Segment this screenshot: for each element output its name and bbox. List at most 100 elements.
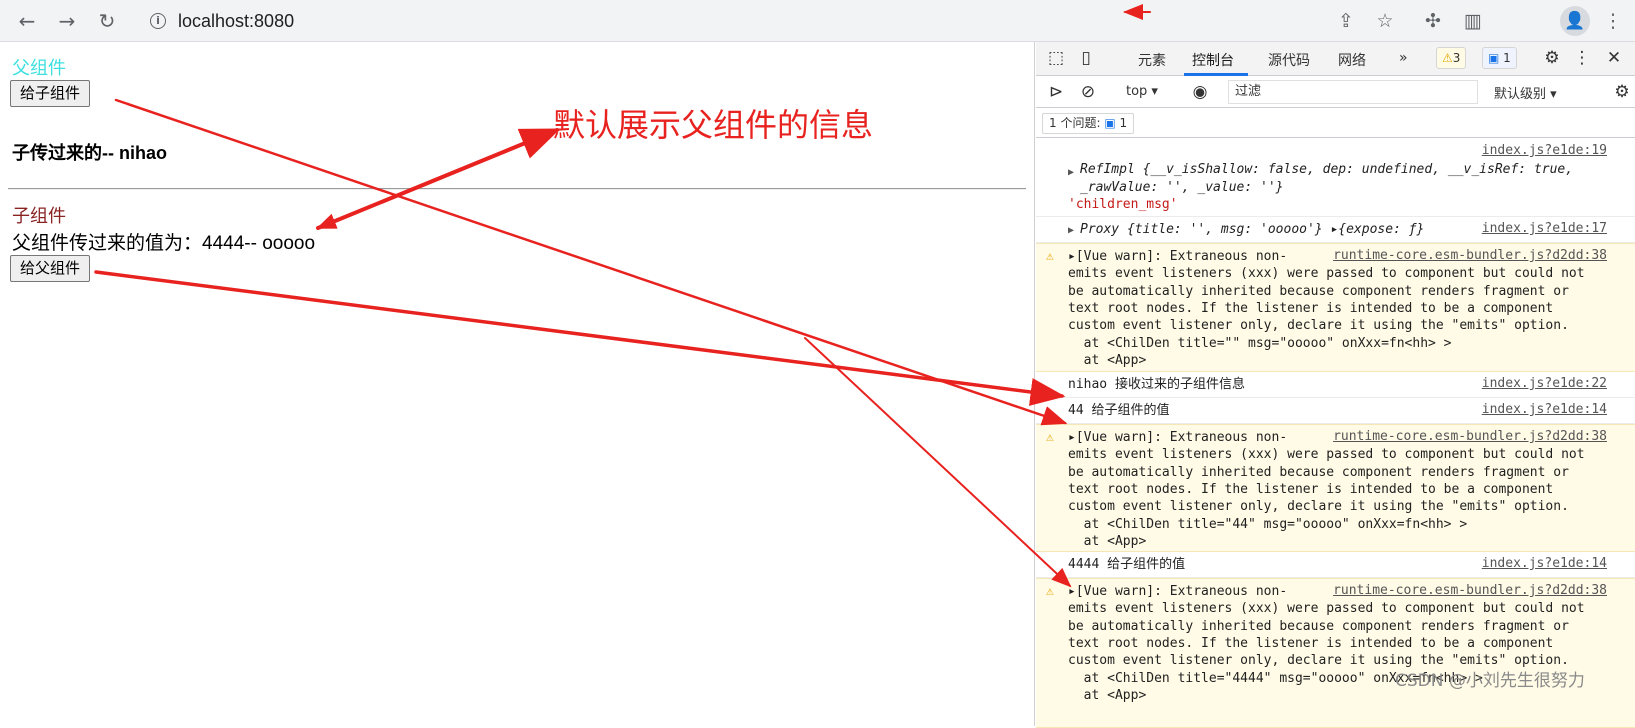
console-message[interactable]: ▶ Proxy {title: '', msg: 'ooooo'} ▸{expo… xyxy=(1036,217,1635,243)
menu-icon[interactable]: ⋮ xyxy=(1600,8,1626,34)
watermark: CSDN @小刘先生很努力 xyxy=(1395,671,1585,691)
message-line: custom event listener only, declare it u… xyxy=(1068,499,1569,514)
address-bar[interactable]: i localhost:8080 xyxy=(136,5,1446,37)
message-line: _rawValue: '', _value: ''} xyxy=(1080,180,1284,195)
log-level-select[interactable]: 默认级别 ▾ xyxy=(1494,83,1557,102)
console-warning[interactable]: ⚠ runtime-core.esm-bundler.js?d2dd:38 ▸[… xyxy=(1036,424,1635,552)
message-line: at <ChilDen title="" msg="ooooo" onXxx=f… xyxy=(1068,336,1452,351)
message-line: RefImpl {__v_isShallow: false, dep: unde… xyxy=(1080,162,1574,177)
devtools-panel: ⬚ ▯ 元素 控制台 源代码 网络 » ⚠3 ▣ 1 ⚙ ⋮ ✕ ⊳ ⊘ top… xyxy=(1036,42,1635,728)
message-line: at <App> xyxy=(1068,534,1147,549)
tab-elements[interactable]: 元素 xyxy=(1138,50,1166,70)
filter-input[interactable]: 过滤 xyxy=(1228,80,1478,104)
warning-icon: ⚠ xyxy=(1046,584,1054,599)
warning-icon: ⚠ xyxy=(1046,249,1054,264)
source-link[interactable]: index.js?e1de:22 xyxy=(1482,376,1607,391)
console-warning[interactable]: ⚠ runtime-core.esm-bundler.js?d2dd:38 ▸[… xyxy=(1036,578,1635,728)
message-line: ▸[Vue warn]: Extraneous non- xyxy=(1068,584,1288,599)
message-line: 44 给子组件的值 xyxy=(1068,403,1170,418)
message-line: Proxy {title: '', msg: 'ooooo'} ▸{expose… xyxy=(1080,222,1425,237)
message-line: be automatically inherited because compo… xyxy=(1068,619,1569,634)
info-count: 1 xyxy=(1503,51,1511,65)
source-link[interactable]: runtime-core.esm-bundler.js?d2dd:38 xyxy=(1333,583,1607,598)
message-line: emits event listeners (xxx) were passed … xyxy=(1068,601,1585,616)
annotation-text: 默认展示父组件的信息 xyxy=(553,107,874,143)
warning-count-badge[interactable]: ⚠3 xyxy=(1436,47,1467,69)
message-line: text root nodes. If the listener is inte… xyxy=(1068,482,1554,497)
source-link[interactable]: index.js?e1de:14 xyxy=(1482,402,1607,417)
profile-avatar[interactable]: 👤 xyxy=(1560,6,1590,36)
issues-label: 1 个问题: xyxy=(1049,116,1101,130)
source-link[interactable]: index.js?e1de:14 xyxy=(1482,556,1607,571)
warning-icon: ⚠ xyxy=(1046,430,1054,445)
message-line: custom event listener only, declare it u… xyxy=(1068,318,1569,333)
more-tabs-icon[interactable]: » xyxy=(1399,50,1408,66)
message-line: text root nodes. If the listener is inte… xyxy=(1068,301,1554,316)
message-line: text root nodes. If the listener is inte… xyxy=(1068,636,1554,651)
message-line: emits event listeners (xxx) were passed … xyxy=(1068,447,1585,462)
console-settings-icon[interactable]: ⚙ xyxy=(1610,80,1634,104)
source-link[interactable]: index.js?e1de:19 xyxy=(1482,143,1607,158)
console-message[interactable]: 44 给子组件的值 index.js?e1de:14 xyxy=(1036,398,1635,424)
browser-toolbar: ← → ↻ i localhost:8080 ⇪ ☆ ✣ ▥ 👤 ⋮ xyxy=(0,0,1635,42)
live-expression-eye-icon[interactable]: ◉ xyxy=(1188,80,1212,104)
source-link[interactable]: runtime-core.esm-bundler.js?d2dd:38 xyxy=(1333,429,1607,444)
message-line: at <ChilDen title="44" msg="ooooo" onXxx… xyxy=(1068,517,1468,532)
site-info-icon[interactable]: i xyxy=(150,13,166,29)
issues-icon: ▣ xyxy=(1104,116,1116,130)
tab-console[interactable]: 控制台 xyxy=(1192,50,1234,70)
message-line: ▸[Vue warn]: Extraneous non- xyxy=(1068,430,1288,445)
give-child-button[interactable]: 给子组件 xyxy=(10,80,91,107)
page-content: 父组件 给子组件 子传过来的-- nihao 子组件 父组件传过来的值为：444… xyxy=(0,42,1035,726)
expand-triangle-icon[interactable]: ▶ xyxy=(1068,225,1074,236)
source-link[interactable]: runtime-core.esm-bundler.js?d2dd:38 xyxy=(1333,248,1607,263)
message-line: 4444 给子组件的值 xyxy=(1068,557,1186,572)
url-text: localhost:8080 xyxy=(178,10,295,31)
warning-icon: ⚠ xyxy=(1442,51,1453,65)
devtools-tabbar: ⬚ ▯ 元素 控制台 源代码 网络 » ⚠3 ▣ 1 ⚙ ⋮ ✕ xyxy=(1036,42,1635,76)
reload-icon[interactable]: ↻ xyxy=(94,8,120,34)
back-icon[interactable]: ← xyxy=(14,8,40,34)
context-selector[interactable]: top ▾ xyxy=(1126,84,1158,99)
message-line: at <App> xyxy=(1068,353,1147,368)
device-toolbar-icon[interactable]: ▯ xyxy=(1074,46,1098,70)
sidebar-toggle-icon[interactable]: ⊳ xyxy=(1044,80,1068,104)
message-line: be automatically inherited because compo… xyxy=(1068,465,1569,480)
child-value-text: 父组件传过来的值为：4444-- ooooo xyxy=(12,233,316,254)
warning-count: 3 xyxy=(1452,51,1461,65)
divider xyxy=(8,188,1026,190)
share-icon[interactable]: ⇪ xyxy=(1333,8,1359,34)
devtools-menu-icon[interactable]: ⋮ xyxy=(1570,46,1594,70)
child-message: 子传过来的-- nihao xyxy=(12,143,167,163)
issues-bar: 1 个问题: ▣ 1 xyxy=(1036,108,1635,138)
message-icon: ▣ xyxy=(1488,51,1500,65)
issues-button[interactable]: 1 个问题: ▣ 1 xyxy=(1042,113,1135,134)
clear-console-icon[interactable]: ⊘ xyxy=(1076,80,1100,104)
inspect-element-icon[interactable]: ⬚ xyxy=(1044,46,1068,70)
console-warning[interactable]: ⚠ runtime-core.esm-bundler.js?d2dd:38 ▸[… xyxy=(1036,243,1635,372)
message-line: be automatically inherited because compo… xyxy=(1068,284,1569,299)
settings-gear-icon[interactable]: ⚙ xyxy=(1540,46,1564,70)
tab-network[interactable]: 网络 xyxy=(1338,50,1366,70)
close-icon[interactable]: ✕ xyxy=(1602,46,1626,70)
message-line: at <App> xyxy=(1068,688,1147,703)
give-parent-button[interactable]: 给父组件 xyxy=(10,255,91,282)
issues-count: 1 xyxy=(1119,116,1128,130)
expand-triangle-icon[interactable]: ▶ xyxy=(1068,167,1074,178)
message-line: 'children_msg' xyxy=(1068,197,1178,212)
side-panel-icon[interactable]: ▥ xyxy=(1460,8,1486,34)
console-message[interactable]: nihao 接收过来的子组件信息 index.js?e1de:22 xyxy=(1036,372,1635,398)
bookmark-star-icon[interactable]: ☆ xyxy=(1372,8,1398,34)
message-line: emits event listeners (xxx) were passed … xyxy=(1068,266,1585,281)
console-toolbar: ⊳ ⊘ top ▾ ◉ 过滤 默认级别 ▾ ⚙ xyxy=(1036,76,1635,108)
extensions-icon[interactable]: ✣ xyxy=(1420,8,1446,34)
child-title: 子组件 xyxy=(12,206,66,226)
info-count-badge[interactable]: ▣ 1 xyxy=(1482,47,1517,69)
forward-icon[interactable]: → xyxy=(54,8,80,34)
tab-sources[interactable]: 源代码 xyxy=(1268,50,1310,70)
message-line: ▸[Vue warn]: Extraneous non- xyxy=(1068,249,1288,264)
console-message[interactable]: index.js?e1de:19 RefImpl {__v_isShallow:… xyxy=(1036,139,1635,217)
source-link[interactable]: index.js?e1de:17 xyxy=(1482,221,1607,236)
message-line: nihao 接收过来的子组件信息 xyxy=(1068,377,1245,392)
console-message[interactable]: 4444 给子组件的值 index.js?e1de:14 xyxy=(1036,552,1635,578)
